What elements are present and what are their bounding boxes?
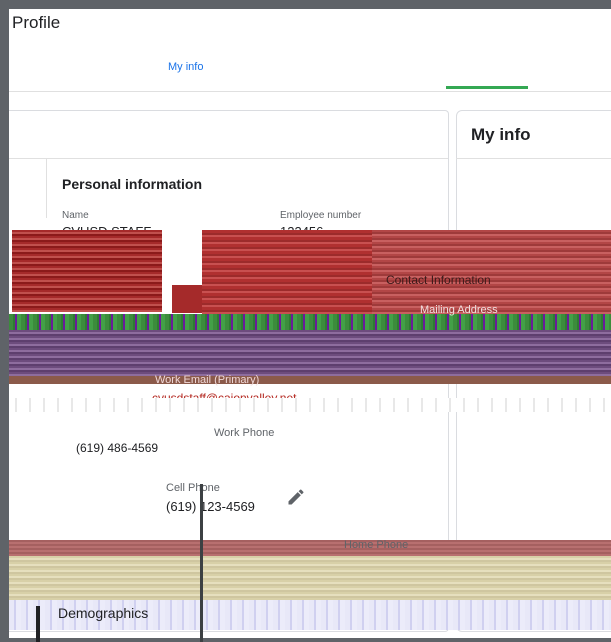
home-phone-label: Home Phone <box>344 539 409 551</box>
render-artifact-line <box>200 484 203 642</box>
work-phone-value: (619) 486-4569 <box>76 441 159 455</box>
card-column-divider <box>46 158 47 218</box>
render-artifact-band <box>9 376 611 384</box>
active-tab-indicator <box>446 86 528 89</box>
render-artifact-band <box>9 330 611 376</box>
cell-phone-value: (619) 123-4569 <box>166 499 255 514</box>
render-artifact-band <box>172 285 202 313</box>
window-frame-left <box>0 0 9 642</box>
mailing-address-label: Mailing Address <box>420 304 498 316</box>
cell-phone-label: Cell Phone <box>166 482 220 494</box>
card-header-divider <box>9 158 448 159</box>
name-label: Name <box>62 210 89 221</box>
my-info-card-divider <box>456 158 611 159</box>
tab-my-info[interactable]: My info <box>168 61 203 73</box>
page-title: Profile <box>12 13 61 32</box>
personal-information-heading: Personal information <box>62 176 203 192</box>
work-email-label: Work Email (Primary) <box>155 374 260 386</box>
render-artifact-band <box>202 230 372 314</box>
window-frame-top <box>0 0 611 9</box>
render-artifact-band <box>9 540 611 556</box>
work-phone-label: Work Phone <box>214 427 275 439</box>
contact-information-heading: Contact Information <box>386 273 491 287</box>
edit-pencil-icon[interactable] <box>286 487 306 507</box>
render-artifact-band <box>9 556 611 600</box>
render-artifact-band <box>9 314 611 330</box>
my-info-card-title: My info <box>471 125 531 144</box>
window-frame-bottom <box>0 638 611 642</box>
render-artifact-band <box>12 230 162 312</box>
demographics-heading: Demographics <box>58 605 149 621</box>
employee-number-label: Employee number <box>280 210 362 221</box>
render-artifact-band <box>9 398 611 412</box>
render-artifact-line <box>36 606 40 642</box>
